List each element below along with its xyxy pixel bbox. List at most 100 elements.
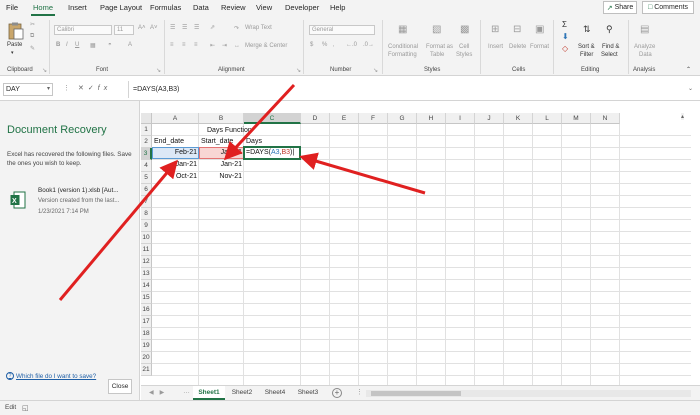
format-painter-icon[interactable]: ✎ [30,45,35,52]
shrink-font-icon[interactable]: A˅ [150,25,158,31]
number-format-combo[interactable]: General [309,25,375,35]
column-header-d[interactable]: D [301,113,330,124]
paste-label[interactable]: Paste [7,42,22,48]
paste-dropdown-icon[interactable]: ▾ [11,50,14,56]
insert-cells-icon[interactable]: ⊞ [491,24,499,35]
sheet-tab-1[interactable]: Sheet1 [193,386,225,400]
bold-icon[interactable]: B [56,42,60,48]
insert-cells-label[interactable]: Insert [488,44,503,50]
row-header-17[interactable]: 17 [141,316,152,328]
row-header-19[interactable]: 19 [141,340,152,352]
row-header-13[interactable]: 13 [141,268,152,280]
borders-icon[interactable]: ▦ [90,42,96,49]
number-launcher-icon[interactable]: ↘ [373,67,378,74]
which-file-help-link[interactable]: ? Which file do I want to save? [6,372,96,380]
wrap-text-label[interactable]: Wrap Text [245,25,272,31]
more-sheets-icon[interactable]: … [183,388,190,395]
tab-file[interactable]: File [6,3,18,12]
row-header-21[interactable]: 21 [141,364,152,376]
add-sheet-icon[interactable]: + [332,388,342,398]
orientation-icon[interactable]: ⇗ [210,24,215,31]
column-header-f[interactable]: F [359,113,388,124]
conditional-formatting-label-2[interactable]: Formatting [388,52,417,58]
analyze-data-label[interactable]: Analyze [634,44,655,50]
row-header-14[interactable]: 14 [141,280,152,292]
sort-filter-label-2[interactable]: Filter [580,52,593,58]
cell-c3[interactable]: =DAYS(A3,B3)| [244,147,294,159]
cell-styles-label-2[interactable]: Styles [456,52,472,58]
row-header-16[interactable]: 16 [141,304,152,316]
format-cells-label[interactable]: Format [530,44,549,50]
tab-insert[interactable]: Insert [68,3,87,12]
row-header-20[interactable]: 20 [141,352,152,364]
font-launcher-icon[interactable]: ↘ [156,67,161,74]
top-align-icon[interactable]: ☰ [170,24,175,31]
cell-a3[interactable]: Feb-21 [152,147,199,159]
delete-cells-label[interactable]: Delete [509,44,526,50]
grow-font-icon[interactable]: A˄ [138,25,146,31]
comments-button[interactable]: □ Comments [642,1,694,14]
sheet-tab-2[interactable]: Sheet2 [227,386,257,400]
column-header-g[interactable]: G [388,113,417,124]
prev-sheet-icon[interactable]: ◀ [149,390,160,396]
cell-styles-icon[interactable]: ▩ [460,24,469,35]
row-header-10[interactable]: 10 [141,232,152,244]
row-header-2[interactable]: 2 [141,136,152,148]
merge-center-label[interactable]: Merge & Center [245,43,287,49]
vscroll-up-icon[interactable]: ▴ [681,113,685,120]
fill-icon[interactable]: ⬇ [562,32,569,41]
sheet-tab-3[interactable]: Sheet4 [260,386,290,400]
tab-data[interactable]: Data [193,3,209,12]
enter-icon[interactable]: ✓ [88,85,98,92]
percent-style-icon[interactable]: % [322,42,327,48]
expand-formula-bar-icon[interactable]: ⌄ [688,85,693,92]
decrease-decimal-icon[interactable]: .0→ [363,42,374,48]
find-select-icon[interactable]: ⚲ [606,24,613,35]
alignment-launcher-icon[interactable]: ↘ [296,67,301,74]
cell-a4[interactable]: Jan-21 [152,159,199,171]
recovered-file-name[interactable]: Book1 (version 1).xlsb [Aut... [38,187,119,194]
collapse-ribbon-icon[interactable]: ⌃ [686,66,691,73]
clear-icon[interactable]: ◇ [562,44,568,53]
sort-filter-label[interactable]: Sort & [578,44,595,50]
format-cells-icon[interactable]: ▣ [535,24,544,35]
column-header-l[interactable]: L [533,113,562,124]
row-header-9[interactable]: 9 [141,220,152,232]
bottom-align-icon[interactable]: ☰ [194,24,199,31]
tab-split-icon[interactable]: ⋮ [356,388,363,396]
column-header-a[interactable]: A [152,113,199,124]
column-header-i[interactable]: I [446,113,475,124]
italic-icon[interactable]: I [66,42,68,48]
find-select-label-2[interactable]: Select [601,52,618,58]
close-button[interactable]: Close [108,379,132,394]
tab-view[interactable]: View [256,3,272,12]
column-header-j[interactable]: J [475,113,504,124]
cell-b5[interactable]: Nov-21 [199,171,244,183]
row-header-7[interactable]: 7 [141,196,152,208]
clipboard-launcher-icon[interactable]: ↘ [42,67,47,74]
align-left-icon[interactable]: ≡ [170,42,174,48]
tab-home[interactable]: Home [33,3,53,12]
row-header-6[interactable]: 6 [141,184,152,196]
row-header-4[interactable]: 4 [141,160,152,172]
cell-styles-label[interactable]: Cell [459,44,469,50]
column-header-m[interactable]: M [562,113,591,124]
formula-input[interactable]: =DAYS(A3,B3) [133,83,693,96]
increase-indent-icon[interactable]: ⇥ [222,42,227,49]
copy-icon[interactable]: ⧉ [30,33,34,40]
row-header-5[interactable]: 5 [141,172,152,184]
format-as-table-icon[interactable]: ▧ [432,24,441,35]
accounting-format-icon[interactable]: $ [310,42,313,48]
align-right-icon[interactable]: ≡ [194,42,198,48]
next-sheet-icon[interactable]: ▶ [160,390,171,396]
name-box[interactable]: DAY [3,83,53,96]
row-header-1[interactable]: 1 [141,124,152,136]
column-header-n[interactable]: N [591,113,620,124]
accessibility-icon[interactable]: ◱ [22,404,29,412]
analyze-data-label-2[interactable]: Data [639,52,652,58]
increase-decimal-icon[interactable]: ←.0 [346,42,357,48]
cell-b4[interactable]: Jan-21 [199,159,244,171]
sheet-tab-4[interactable]: Sheet3 [293,386,323,400]
row-header-11[interactable]: 11 [141,244,152,256]
wrap-text-icon[interactable]: ↷ [234,25,239,32]
